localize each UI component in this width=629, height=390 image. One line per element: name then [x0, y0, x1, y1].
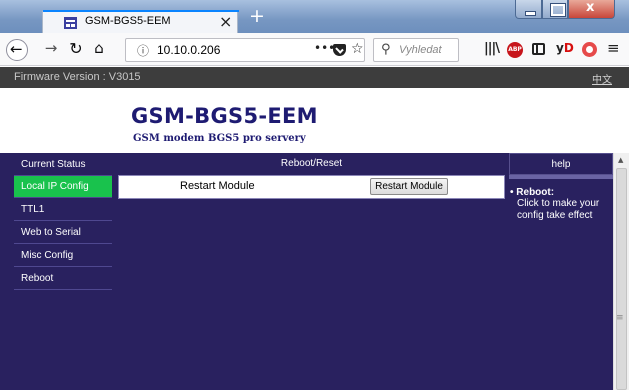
content-title: Reboot/Reset — [280, 158, 343, 169]
help-topic: • Reboot: — [510, 187, 555, 198]
site-favicon-icon — [64, 17, 77, 29]
home-button[interactable]: ⌂ — [89, 39, 109, 61]
restart-module-button[interactable]: Restart Module — [370, 178, 448, 195]
restart-module-label: Restart Module — [180, 180, 255, 192]
reload-button[interactable]: ↻ — [66, 39, 86, 61]
scroll-up-icon[interactable]: ▲ — [618, 156, 623, 164]
help-title-label: help — [551, 159, 571, 170]
reboot-form: Restart Module Restart Module — [118, 175, 505, 199]
pocket-icon[interactable] — [333, 44, 346, 56]
sidebar-item-label: Local IP Config — [21, 181, 89, 192]
sidebar-item-label: TTL1 — [21, 204, 45, 215]
browser-titlebar: GSM-BGS5-EEM × + x — [0, 0, 629, 33]
sidebar-item-reboot[interactable]: Reboot — [14, 268, 112, 290]
library-icon[interactable]: |||\ — [484, 41, 500, 56]
browser-navbar: ← → ↻ ⌂ ⓘ 10.10.0.206 ••• ☆ ⚲ Vyhledat |… — [0, 33, 629, 66]
hamburger-menu-icon[interactable]: ≡ — [607, 39, 620, 57]
browser-tab[interactable]: GSM-BGS5-EEM × — [42, 10, 239, 33]
minimize-window-button[interactable] — [515, 0, 542, 19]
help-panel: • Reboot: Click to make your config take… — [510, 187, 610, 222]
sidebar-item-web-to-serial[interactable]: Web to Serial — [14, 222, 112, 244]
arrow-left-icon: ← — [10, 40, 23, 58]
firmware-version: Firmware Version : V3015 — [14, 71, 141, 83]
sidebar-item-current-status[interactable]: Current Status — [14, 154, 112, 176]
url-text[interactable]: 10.10.0.206 — [157, 43, 220, 57]
yandex-extension-icon[interactable]: yD — [556, 41, 574, 55]
scroll-grip-icon: ≡ — [616, 313, 624, 323]
adblock-icon[interactable]: ABP — [507, 42, 523, 58]
url-bar[interactable]: ⓘ 10.10.0.206 ••• ☆ — [125, 38, 365, 62]
tab-active-indicator — [43, 10, 239, 12]
sidebar-item-label: Misc Config — [21, 250, 74, 261]
help-header: help — [509, 153, 613, 175]
scroll-thumb[interactable] — [616, 168, 627, 390]
bookmark-star-icon[interactable]: ☆ — [351, 41, 364, 57]
content-header: Reboot/Reset — [118, 153, 505, 175]
sidebar-item-ttl1[interactable]: TTL1 — [14, 199, 112, 221]
sidebar-item-label: Reboot — [21, 273, 54, 284]
page-header: GSM-BGS5-EEM GSM modem BGS5 pro servery — [0, 88, 629, 153]
page-subtitle: GSM modem BGS5 pro servery — [133, 133, 306, 144]
search-input[interactable]: ⚲ Vyhledat — [373, 38, 459, 62]
page-title: GSM-BGS5-EEM — [131, 104, 318, 128]
search-placeholder: Vyhledat — [399, 44, 442, 56]
sidebar-item-label: Web to Serial — [21, 227, 81, 238]
close-icon: x — [586, 0, 595, 15]
sidebar-item-local-ip-config[interactable]: Local IP Config — [14, 176, 112, 198]
firmware-bar: Firmware Version : V3015 中文 — [0, 67, 629, 88]
sidebar-item-label: Current Status — [21, 159, 86, 170]
search-icon: ⚲ — [381, 42, 391, 57]
new-tab-button[interactable]: + — [249, 7, 265, 26]
close-window-button[interactable]: x — [568, 0, 615, 19]
back-button[interactable]: ← — [6, 39, 28, 61]
lifebuoy-extension-icon[interactable] — [582, 42, 597, 57]
help-divider — [509, 175, 613, 179]
help-text: Click to make your config take effect — [517, 198, 600, 221]
sidebar-item-misc-config[interactable]: Misc Config — [14, 245, 112, 267]
page-scrollbar[interactable]: ▲ ≡ — [613, 153, 629, 390]
sidebar-toggle-icon[interactable] — [532, 43, 545, 55]
info-icon[interactable]: ⓘ — [137, 42, 149, 59]
tab-title: GSM-BGS5-EEM — [85, 15, 171, 27]
forward-button[interactable]: → — [41, 39, 61, 61]
language-link[interactable]: 中文 — [592, 71, 612, 86]
maximize-window-button[interactable] — [542, 0, 568, 19]
close-tab-icon[interactable]: × — [219, 12, 232, 31]
